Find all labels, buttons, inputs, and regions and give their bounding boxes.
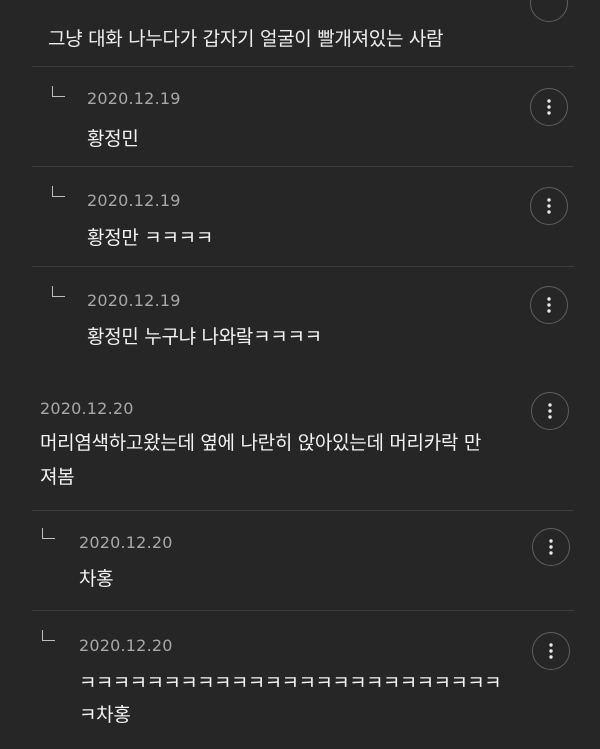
comment-text-line-2: ㅋ차홍: [79, 704, 131, 726]
more-options-button[interactable]: [531, 392, 569, 430]
more-vertical-icon: [547, 297, 551, 313]
reply-item: 2020.12.19 황정민: [0, 66, 600, 166]
comment-date: 2020.12.19: [87, 89, 181, 108]
more-options-button[interactable]: [530, 187, 568, 225]
comment-text: 그냥 대화 나누다가 갑자기 얼굴이 빨개져있는 사람: [48, 28, 444, 50]
comment-text-line-1: ㅋㅋㅋㅋㅋㅋㅋㅋㅋㅋㅋㅋㅋㅋㅋㅋㅋㅋㅋㅋㅋㅋㅋㅋㅋ: [79, 672, 502, 694]
more-vertical-icon: [549, 643, 553, 659]
more-vertical-icon: [547, 99, 551, 115]
reply-arrow-icon: [42, 528, 55, 539]
more-options-button[interactable]: [532, 528, 570, 566]
comment-text: 차홍: [79, 568, 114, 590]
comment-text: 황정민: [87, 128, 139, 150]
reply-item: 2020.12.20 ㅋㅋㅋㅋㅋㅋㅋㅋㅋㅋㅋㅋㅋㅋㅋㅋㅋㅋㅋㅋㅋㅋㅋㅋㅋ ㅋ차홍: [0, 610, 600, 749]
comment-date: 2020.12.19: [87, 291, 181, 310]
reply-item: 2020.12.19 황정만 ㅋㅋㅋㅋ: [0, 166, 600, 266]
more-options-button[interactable]: [530, 88, 568, 126]
more-vertical-icon: [547, 198, 551, 214]
more-vertical-icon: [548, 403, 552, 419]
reply-arrow-icon: [52, 286, 65, 297]
reply-arrow-icon: [42, 630, 55, 641]
comment-date: 2020.12.20: [40, 399, 134, 418]
comment-date: 2020.12.20: [79, 533, 173, 552]
comment-date: 2020.12.19: [87, 191, 181, 210]
reply-item: 2020.12.20 차홍: [0, 510, 600, 610]
comment-date: 2020.12.20: [79, 636, 173, 655]
comment-text-line-1: 머리염색하고왔는데 옆에 나란히 앉아있는데 머리카락 만: [40, 432, 482, 454]
more-options-button[interactable]: [532, 632, 570, 670]
reply-arrow-icon: [52, 186, 65, 197]
comment-text: 황정민 누구냐 나와랔ㅋㅋㅋㅋ: [87, 326, 322, 348]
more-options-button[interactable]: [530, 286, 568, 324]
more-options-button-partial[interactable]: [530, 0, 568, 22]
comment-text-line-2: 져봄: [40, 466, 75, 488]
comment-partial-top: 그냥 대화 나누다가 갑자기 얼굴이 빨개져있는 사람: [0, 0, 600, 66]
reply-item: 2020.12.19 황정민 누구냐 나와랔ㅋㅋㅋㅋ: [0, 266, 600, 374]
reply-arrow-icon: [52, 86, 65, 97]
comment-item: 2020.12.20 머리염색하고왔는데 옆에 나란히 앉아있는데 머리카락 만…: [0, 374, 600, 510]
more-vertical-icon: [549, 539, 553, 555]
comment-text: 황정만 ㅋㅋㅋㅋ: [87, 227, 214, 249]
